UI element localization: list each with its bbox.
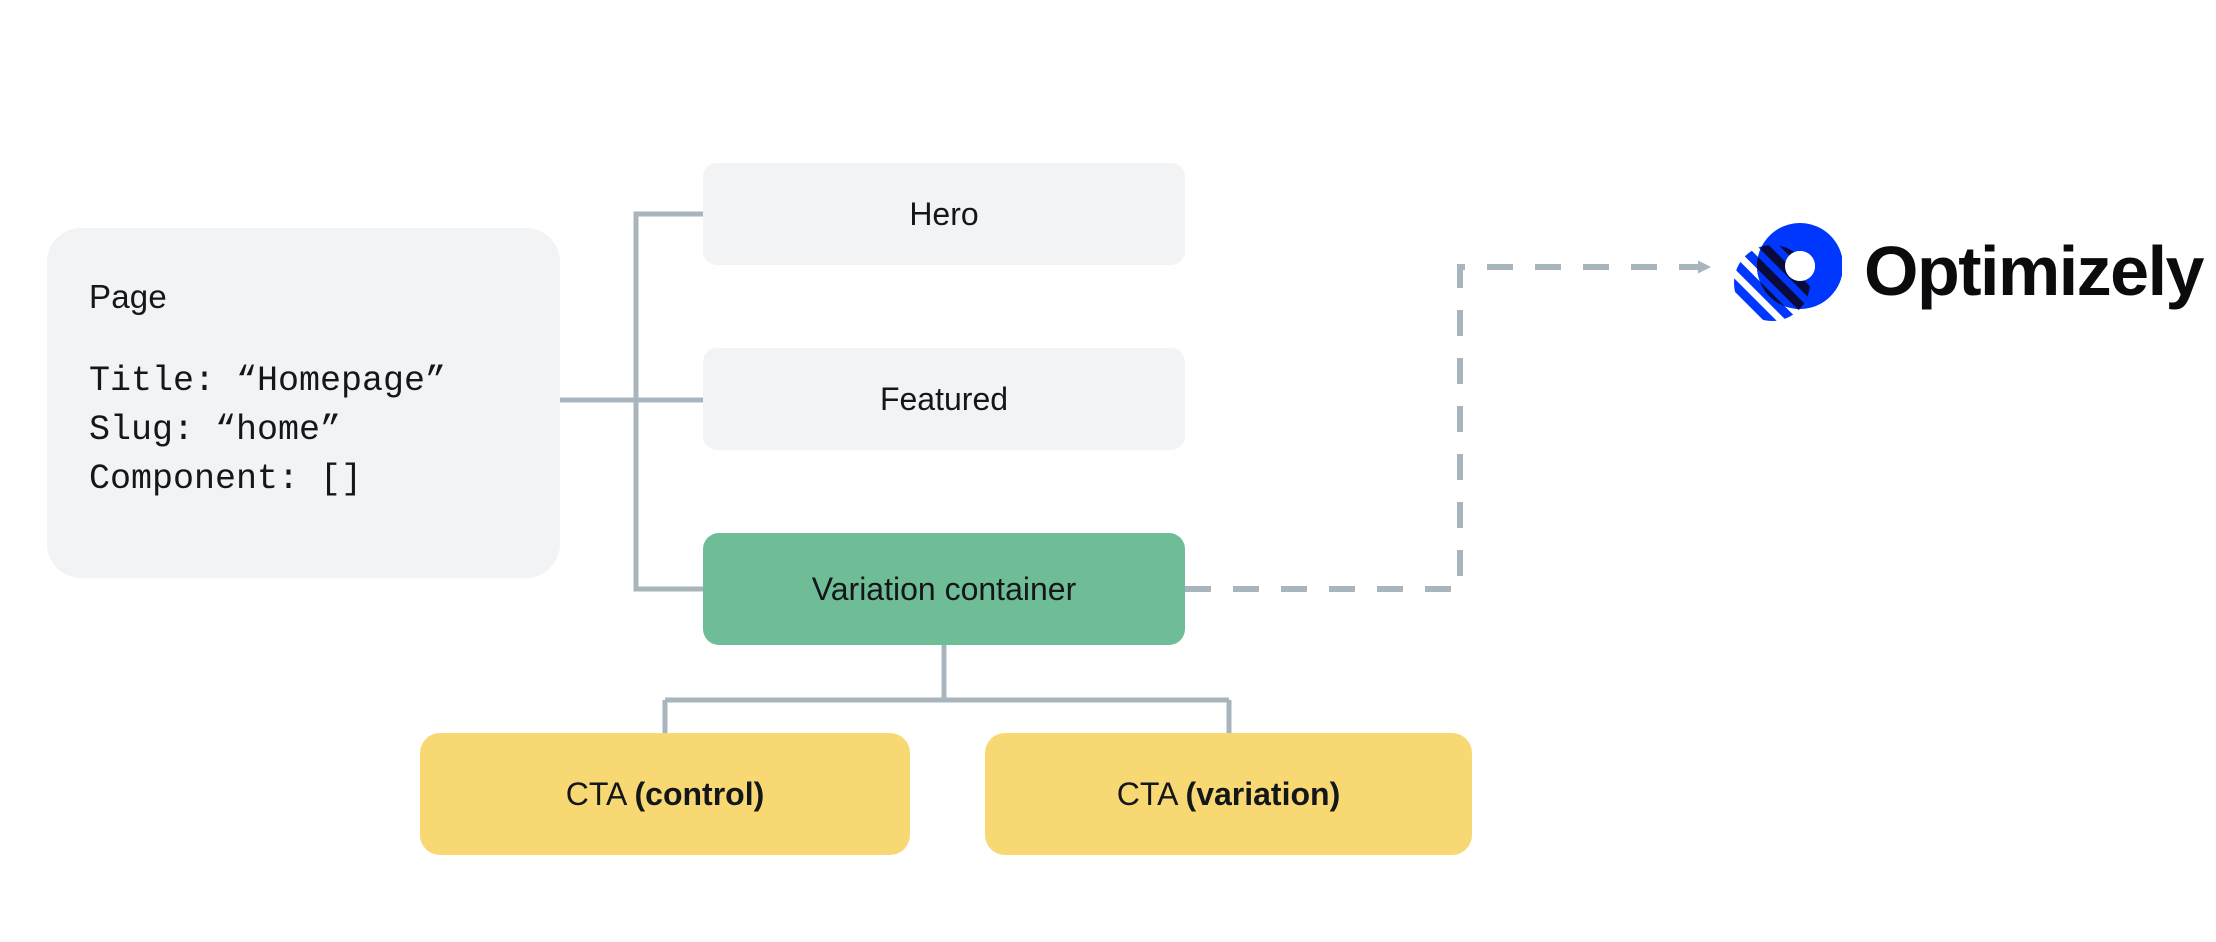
node-cta-control-label: CTA (control) <box>566 776 765 813</box>
diagram-canvas: Page Title: “Homepage” Slug: “home” Comp… <box>0 0 2216 942</box>
optimizely-logo-icon <box>1734 223 1842 321</box>
cta-variation-variant: (variation) <box>1185 775 1341 812</box>
node-featured[interactable]: Featured <box>703 348 1185 450</box>
node-hero[interactable]: Hero <box>703 163 1185 265</box>
optimizely-wordmark: Optimizely <box>1864 232 2204 310</box>
node-cta-variation[interactable]: CTA (variation) <box>985 733 1472 855</box>
page-card-title: Page <box>89 278 167 315</box>
cta-control-text: CTA <box>565 775 635 812</box>
node-cta-variation-label: CTA (variation) <box>1117 776 1340 813</box>
cta-control-variant: (control) <box>634 775 765 812</box>
node-cta-control[interactable]: CTA (control) <box>420 733 910 855</box>
node-featured-label: Featured <box>879 380 1009 417</box>
node-hero-label: Hero <box>909 195 979 232</box>
cta-variation-text: CTA <box>1116 775 1186 812</box>
node-variation-container-label: Variation container <box>811 570 1077 607</box>
optimizely-logo: Optimizely <box>1722 211 2204 331</box>
page-card: Page Title: “Homepage” Slug: “home” Comp… <box>47 228 560 578</box>
node-variation-container[interactable]: Variation container <box>703 533 1185 645</box>
page-card-code: Title: “Homepage” Slug: “home” Component… <box>89 361 447 499</box>
